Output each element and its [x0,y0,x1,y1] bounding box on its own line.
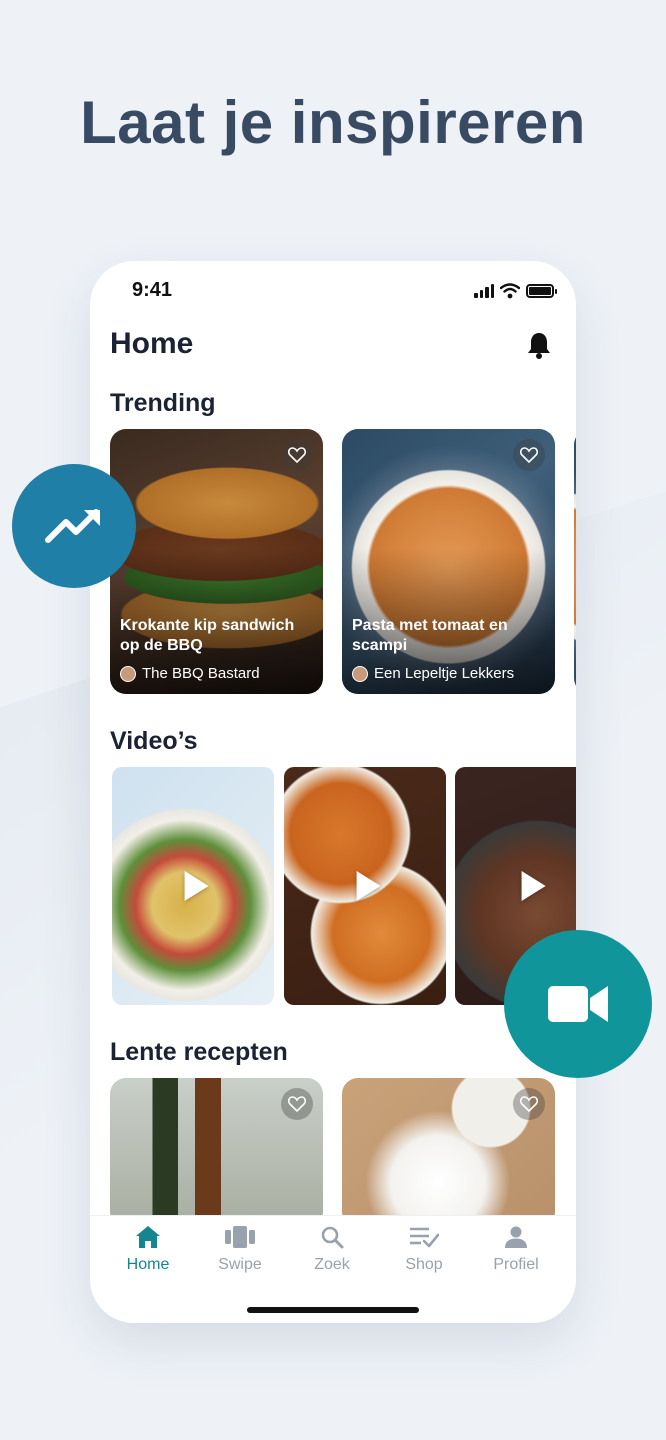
tab-search[interactable]: Zoek [292,1222,372,1274]
heart-icon [288,1096,306,1112]
phone-frame: 9:41 Home Trending Krokante kip sandwich… [90,261,576,1323]
tab-label: Zoek [314,1256,350,1273]
section-title-videos: Video’s [110,727,198,755]
video-badge [504,930,652,1078]
card-author: Een Lepeltje Lekkers [352,665,514,682]
trending-up-icon [45,509,100,543]
person-icon [505,1226,527,1248]
signal-icon [474,284,494,298]
search-icon [321,1226,344,1249]
card-title: Krokante kip sandwich op de BBQ [120,617,295,654]
video-card[interactable] [112,767,274,1005]
heart-icon [520,447,538,463]
tab-home[interactable]: Home [108,1222,188,1274]
section-title-trending: Trending [110,389,216,417]
heart-icon [520,1096,538,1112]
author-name: Een Lepeltje Lekkers [374,665,515,682]
status-icons [474,283,557,299]
favorite-button[interactable] [281,439,313,471]
favorite-button[interactable] [281,1088,313,1120]
recipe-card[interactable] [110,1078,323,1228]
card-title: Pasta met tomaat en scampi [352,617,508,654]
play-icon [521,871,546,901]
recipe-card[interactable] [342,1078,555,1228]
status-bar: 9:41 [90,279,576,303]
trending-card[interactable]: Krokante kip sandwich op de BBQ The BBQ … [110,429,323,694]
tab-bar: Home Swipe Zoek Shop Profiel [90,1215,576,1323]
trending-card[interactable]: Pasta met tomaat en scampi Een Lepeltje … [342,429,555,694]
video-camera-icon [548,986,608,1022]
avatar [352,665,368,682]
card-author: The BBQ Bastard [120,665,260,682]
home-icon [136,1226,160,1248]
tab-label: Home [126,1256,170,1273]
trending-card-partial[interactable] [574,429,576,694]
play-icon [356,871,381,901]
heart-icon [288,447,306,463]
author-name: The BBQ Bastard [142,665,260,682]
tab-label: Profiel [493,1256,539,1273]
video-card[interactable] [284,767,446,1005]
bell-icon[interactable] [526,331,552,359]
tab-label: Shop [405,1256,443,1273]
section-title-spring: Lente recepten [110,1038,288,1066]
avatar [120,665,136,682]
favorite-button[interactable] [513,1088,545,1120]
tab-shop[interactable]: Shop [384,1222,464,1274]
wifi-icon [500,283,520,299]
favorite-button[interactable] [513,439,545,471]
status-time: 9:41 [132,279,173,301]
shopping-list-icon [410,1227,439,1248]
page-title: Home [110,327,194,360]
tab-label: Swipe [218,1256,262,1273]
headline: Laat je inspireren [80,89,586,156]
swipe-cards-icon [225,1226,255,1248]
battery-icon [526,284,557,298]
play-icon [184,871,209,901]
tab-profile[interactable]: Profiel [476,1222,556,1274]
home-indicator [247,1307,419,1313]
tab-swipe[interactable]: Swipe [200,1222,280,1274]
trending-badge [12,464,136,588]
